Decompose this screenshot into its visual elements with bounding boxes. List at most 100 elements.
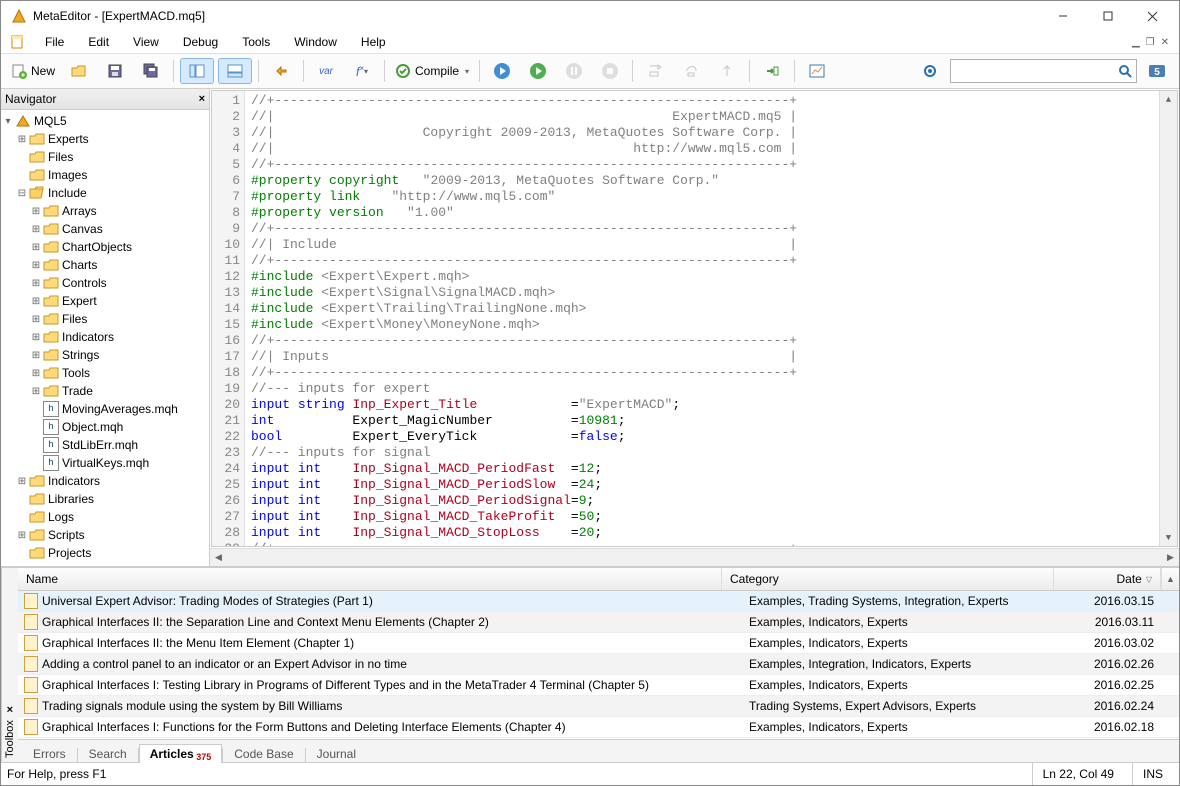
code-line[interactable]: input int Inp_Signal_MACD_PeriodFast =12…: [251, 461, 1153, 477]
step-out-button[interactable]: [711, 59, 743, 83]
twisty-icon[interactable]: ⊞: [29, 278, 43, 289]
new-button[interactable]: New: [7, 59, 59, 83]
twisty-icon[interactable]: ⊞: [29, 206, 43, 217]
code-line[interactable]: #include <Expert\Money\MoneyNone.mqh>: [251, 317, 1153, 333]
twisty-icon[interactable]: ⊞: [29, 386, 43, 397]
article-row[interactable]: Adding a control panel to an indicator o…: [18, 654, 1179, 675]
twisty-icon[interactable]: ⊞: [15, 476, 29, 487]
pause-button[interactable]: [558, 59, 590, 83]
maximize-button[interactable]: [1085, 2, 1130, 30]
code-line[interactable]: #property version "1.00": [251, 205, 1153, 221]
toolbox-tab-code-base[interactable]: Code Base: [223, 744, 304, 763]
vertical-scrollbar[interactable]: ▲ ▼: [1159, 91, 1177, 546]
twisty-icon[interactable]: ⊞: [29, 242, 43, 253]
toolbox-toggle-button[interactable]: [218, 58, 252, 84]
tree-item[interactable]: ··⊞Strings: [1, 346, 209, 364]
menu-file[interactable]: File: [33, 33, 76, 51]
tree-item[interactable]: ·⊞Experts: [1, 130, 209, 148]
tree-item[interactable]: ·⊞Indicators: [1, 472, 209, 490]
code-line[interactable]: //--- inputs for signal: [251, 445, 1153, 461]
scroll-left-icon[interactable]: ◀: [210, 549, 227, 566]
toolbox-tab-search[interactable]: Search: [78, 744, 138, 763]
twisty-icon[interactable]: ⊞: [29, 368, 43, 379]
chart-button[interactable]: [801, 59, 833, 83]
search-input[interactable]: [951, 62, 1114, 80]
tree-item[interactable]: ··⊞Trade: [1, 382, 209, 400]
toolbox-tab-journal[interactable]: Journal: [306, 744, 367, 763]
code-line[interactable]: input string Inp_Expert_Title ="ExpertMA…: [251, 397, 1153, 413]
tree-item[interactable]: ··hObject.mqh: [1, 418, 209, 436]
code-line[interactable]: //+-------------------------------------…: [251, 333, 1153, 349]
code-line[interactable]: #include <Expert\Trailing\TrailingNone.m…: [251, 301, 1153, 317]
code-line[interactable]: input int Inp_Signal_MACD_TakeProfit =50…: [251, 509, 1153, 525]
compile-button[interactable]: Compile ▾: [391, 59, 473, 83]
save-all-button[interactable]: [135, 59, 167, 83]
twisty-icon[interactable]: ⊞: [29, 314, 43, 325]
mdi-restore-icon[interactable]: ❐: [1146, 37, 1155, 48]
tree-item[interactable]: ··⊞Expert: [1, 292, 209, 310]
scroll-down-icon[interactable]: ▼: [1160, 529, 1177, 546]
tree-item[interactable]: ··hStdLibErr.mqh: [1, 436, 209, 454]
stop-button[interactable]: [594, 59, 626, 83]
code-line[interactable]: int Expert_MagicNumber =10981;: [251, 413, 1153, 429]
tree-item[interactable]: ··⊞Controls: [1, 274, 209, 292]
function-button[interactable]: f×▾: [346, 59, 378, 83]
twisty-icon[interactable]: ⊞: [29, 296, 43, 307]
twisty-icon[interactable]: ▾: [1, 116, 15, 127]
tree-item[interactable]: ▾MQL5: [1, 112, 209, 130]
attach-button[interactable]: [756, 59, 788, 83]
navigator-tree[interactable]: ▾MQL5·⊞Experts·Files·Images·⊟Include··⊞A…: [1, 110, 209, 566]
toolbox-grid-rows[interactable]: Universal Expert Advisor: Trading Modes …: [18, 591, 1179, 739]
twisty-icon[interactable]: ⊞: [29, 224, 43, 235]
menu-debug[interactable]: Debug: [171, 33, 230, 51]
article-row[interactable]: Universal Expert Advisor: Trading Modes …: [18, 591, 1179, 612]
menu-window[interactable]: Window: [282, 33, 349, 51]
toolbox-close-icon[interactable]: ×: [7, 704, 13, 716]
code-line[interactable]: //+-------------------------------------…: [251, 365, 1153, 381]
mdi-minimize-icon[interactable]: ▁: [1132, 37, 1140, 48]
tree-item[interactable]: ·Logs: [1, 508, 209, 526]
menu-edit[interactable]: Edit: [76, 33, 121, 51]
code-line[interactable]: input int Inp_Signal_MACD_StopLoss =20;: [251, 525, 1153, 541]
code-line[interactable]: //+-------------------------------------…: [251, 253, 1153, 269]
code-line[interactable]: //+-------------------------------------…: [251, 157, 1153, 173]
step-over-button[interactable]: [675, 59, 707, 83]
open-button[interactable]: [63, 59, 95, 83]
code-line[interactable]: #include <Expert\Signal\SignalMACD.mqh>: [251, 285, 1153, 301]
code-line[interactable]: //| Copyright 2009-2013, MetaQuotes Soft…: [251, 125, 1153, 141]
code-line[interactable]: #property link "http://www.mql5.com": [251, 189, 1153, 205]
community-button[interactable]: 5: [1141, 59, 1173, 83]
article-row[interactable]: Graphical Interfaces I: Testing Library …: [18, 675, 1179, 696]
col-name[interactable]: Name: [18, 568, 722, 590]
search-box[interactable]: [950, 59, 1137, 83]
scroll-up-icon[interactable]: ▲: [1160, 91, 1177, 108]
code-line[interactable]: //+-------------------------------------…: [251, 221, 1153, 237]
var-button[interactable]: var: [310, 59, 342, 83]
toolbox-tab-articles[interactable]: Articles 375: [139, 744, 223, 763]
tree-item[interactable]: ·Projects: [1, 544, 209, 562]
code-line[interactable]: input int Inp_Signal_MACD_PeriodSignal=9…: [251, 493, 1153, 509]
tree-item[interactable]: ··hMovingAverages.mqh: [1, 400, 209, 418]
tree-item[interactable]: ·⊟Include: [1, 184, 209, 202]
tree-item[interactable]: ··⊞ChartObjects: [1, 238, 209, 256]
twisty-icon[interactable]: ⊞: [15, 530, 29, 541]
undo-button[interactable]: [265, 59, 297, 83]
tree-item[interactable]: ··⊞Arrays: [1, 202, 209, 220]
code-line[interactable]: bool Expert_EveryTick =false;: [251, 429, 1153, 445]
search-icon[interactable]: [1114, 64, 1136, 78]
code-line[interactable]: //| ExpertMACD.mq5 |: [251, 109, 1153, 125]
settings-icon[interactable]: [914, 59, 946, 83]
mdi-close-icon[interactable]: ✕: [1161, 37, 1169, 48]
article-row[interactable]: Graphical Interfaces I: Functions for th…: [18, 717, 1179, 738]
tree-item[interactable]: ··⊞Canvas: [1, 220, 209, 238]
navigator-close-icon[interactable]: ×: [199, 93, 205, 105]
scroll-up-icon[interactable]: ▲: [1161, 568, 1179, 590]
twisty-icon[interactable]: ⊞: [29, 260, 43, 271]
code-area[interactable]: //+-------------------------------------…: [245, 91, 1159, 546]
twisty-icon[interactable]: ⊞: [15, 134, 29, 145]
tree-item[interactable]: ··⊞Tools: [1, 364, 209, 382]
tree-item[interactable]: ·⊞Scripts: [1, 526, 209, 544]
horizontal-scrollbar[interactable]: ◀ ▶: [210, 548, 1179, 566]
code-line[interactable]: //| Include |: [251, 237, 1153, 253]
menu-view[interactable]: View: [121, 33, 171, 51]
